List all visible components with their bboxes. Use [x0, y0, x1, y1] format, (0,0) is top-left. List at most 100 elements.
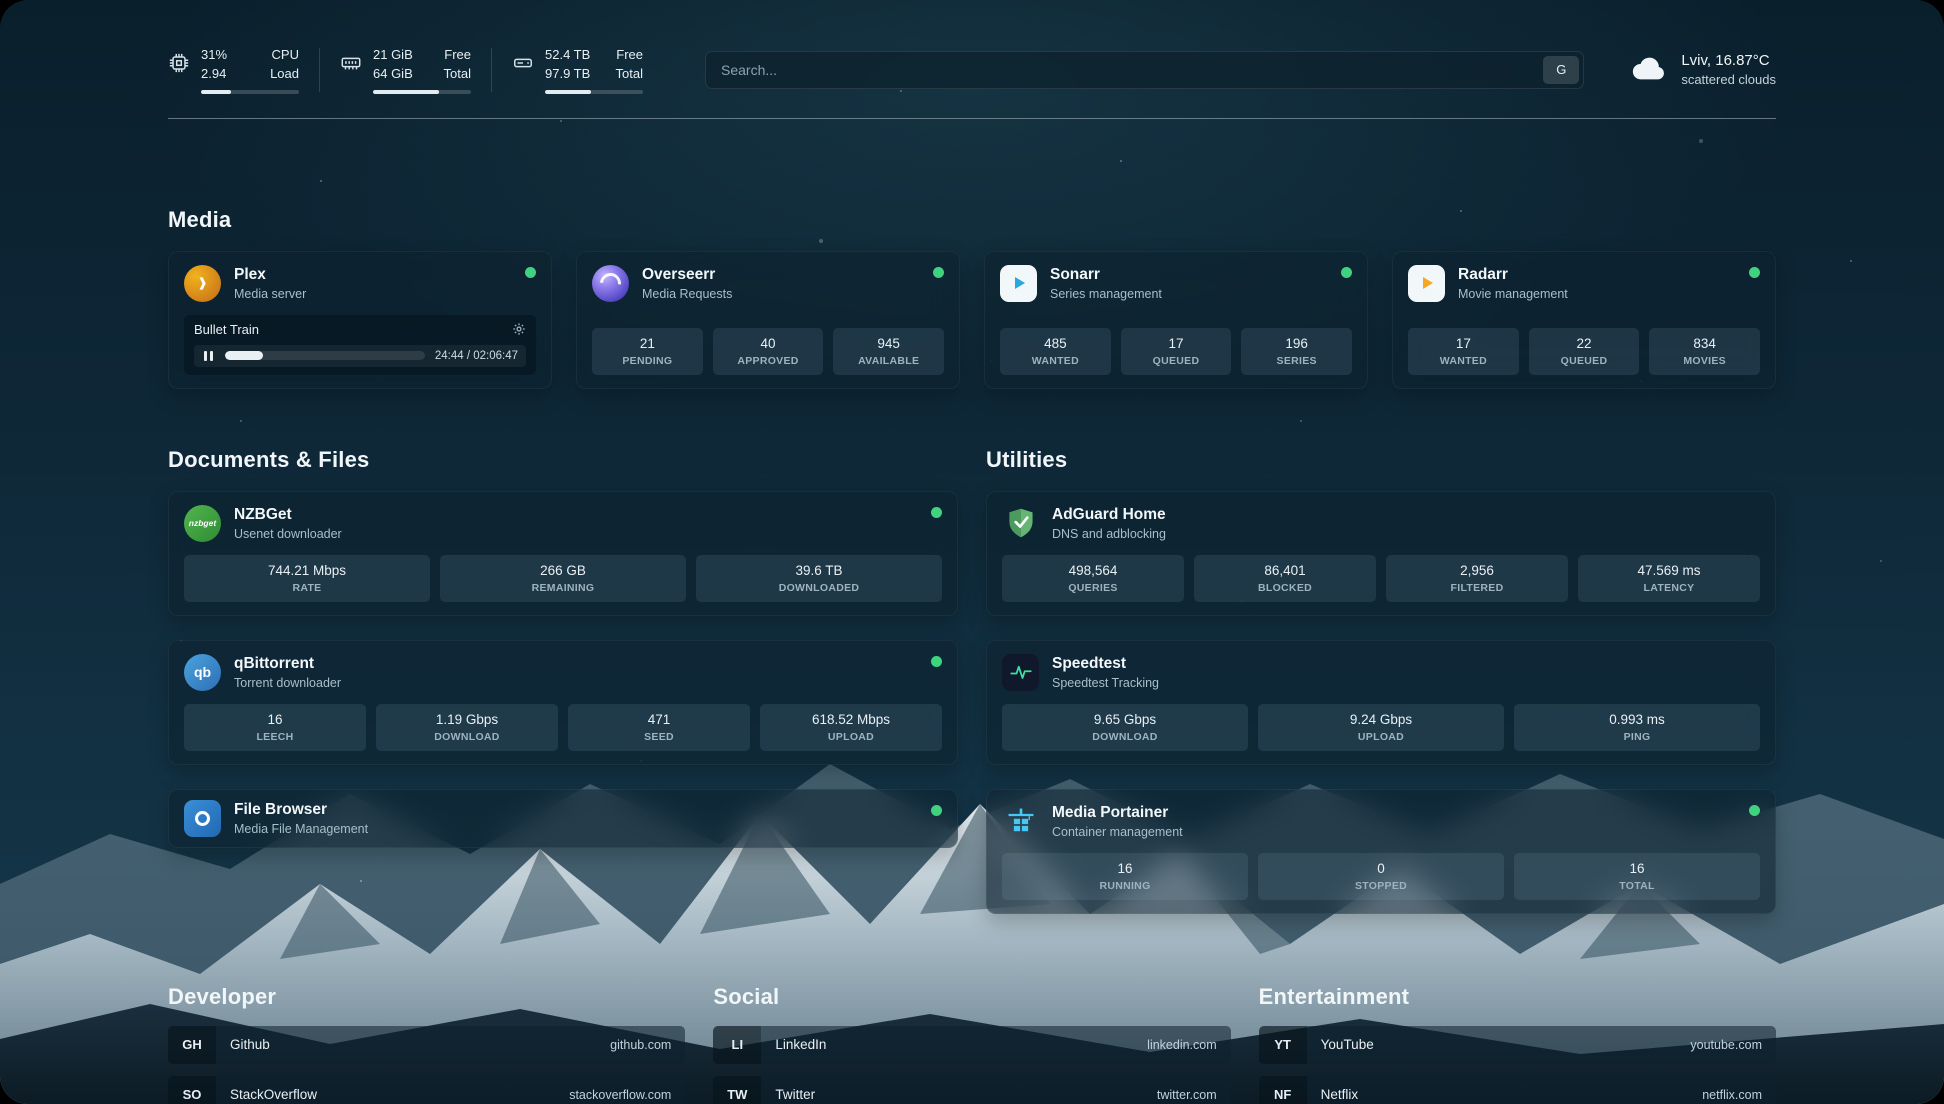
system-resources: 31% 2.94 CPU Load [168, 46, 643, 94]
playback-bar: 24:44 / 02:06:47 [194, 345, 526, 367]
section-media: Media Plex Media server [168, 207, 1776, 389]
cpu-percent: 31% [201, 46, 227, 65]
bookmark-name: Netflix [1321, 1087, 1359, 1102]
service-card-speedtest[interactable]: Speedtest Speedtest Tracking 9.65 Gbps D… [986, 640, 1776, 765]
bookmarks-social: Social LI LinkedIn linkedin.com TW Twitt… [713, 984, 1230, 1104]
service-subtitle: Torrent downloader [234, 676, 341, 690]
stat-upload: 9.24 Gbps UPLOAD [1258, 704, 1504, 751]
section-title-social: Social [713, 984, 1230, 1010]
stat-ping: 0.993 ms PING [1514, 704, 1760, 751]
service-subtitle: DNS and adblocking [1052, 527, 1166, 541]
service-name: Plex [234, 266, 306, 284]
service-name: File Browser [234, 801, 368, 819]
cpu-load-value: 2.94 [201, 65, 227, 84]
service-subtitle: Usenet downloader [234, 527, 342, 541]
weather-condition: scattered clouds [1681, 72, 1776, 87]
service-name: Media Portainer [1052, 804, 1183, 822]
bookmark-name: Twitter [775, 1087, 815, 1102]
dashboard: 31% 2.94 CPU Load [0, 0, 1944, 1104]
status-dot [525, 267, 536, 278]
cloud-icon [1630, 52, 1668, 87]
bookmark-url: linkedin.com [1147, 1038, 1216, 1052]
search-provider-button[interactable]: G [1543, 56, 1579, 84]
service-card-filebrowser[interactable]: File Browser Media File Management [168, 789, 958, 848]
pause-icon[interactable] [202, 349, 215, 363]
service-name: Sonarr [1050, 266, 1162, 284]
section-utilities: Utilities [986, 447, 1776, 914]
service-name: NZBGet [234, 506, 342, 524]
stat-series: 196 SERIES [1241, 328, 1352, 375]
bookmark-url: twitter.com [1157, 1088, 1217, 1102]
stat-download: 1.19 Gbps DOWNLOAD [376, 704, 558, 751]
stat-latency: 47.569 ms LATENCY [1578, 555, 1760, 602]
cpu-progress-bar [201, 90, 299, 94]
status-dot [931, 507, 942, 518]
bookmark-linkedin[interactable]: LI LinkedIn linkedin.com [713, 1026, 1230, 1064]
bookmark-abbr: YT [1259, 1026, 1307, 1064]
search-input[interactable] [721, 62, 1543, 78]
bookmark-youtube[interactable]: YT YouTube youtube.com [1259, 1026, 1776, 1064]
weather-widget: Lviv, 16.87°C scattered clouds [1630, 52, 1776, 87]
bookmark-twitter[interactable]: TW Twitter twitter.com [713, 1076, 1230, 1104]
divider [319, 48, 320, 92]
bookmark-github[interactable]: GH Github github.com [168, 1026, 685, 1064]
disk-total-value: 97.9 TB [545, 65, 590, 84]
stat-total: 16 TOTAL [1514, 853, 1760, 900]
playback-time: 24:44 / 02:06:47 [435, 350, 518, 362]
cpu-usage-widget: 31% 2.94 CPU Load [168, 46, 299, 94]
bookmark-url: netflix.com [1702, 1088, 1762, 1102]
stat-approved: 40 APPROVED [713, 328, 824, 375]
bookmark-url: github.com [610, 1038, 671, 1052]
memory-usage-widget: 21 GiB 64 GiB Free Total [340, 46, 471, 94]
bookmark-abbr: LI [713, 1026, 761, 1064]
status-dot [1341, 267, 1352, 278]
bookmark-name: Github [230, 1037, 270, 1052]
sonarr-icon [1000, 265, 1037, 302]
service-card-sonarr[interactable]: Sonarr Series management 485 WANTED 17 Q… [984, 251, 1368, 389]
status-dot [933, 267, 944, 278]
bookmarks-developer: Developer GH Github github.com SO StackO… [168, 984, 685, 1104]
ram-free-value: 21 GiB [373, 46, 413, 65]
service-card-nzbget[interactable]: nzbget NZBGet Usenet downloader 744.21 M… [168, 491, 958, 616]
disk-progress-bar [545, 90, 643, 94]
service-name: qBittorrent [234, 655, 341, 673]
stat-queued: 22 QUEUED [1529, 328, 1640, 375]
nzbget-icon: nzbget [184, 505, 221, 542]
service-card-qbittorrent[interactable]: qb qBittorrent Torrent downloader 16 LEE… [168, 640, 958, 765]
stat-running: 16 RUNNING [1002, 853, 1248, 900]
ram-total-value: 64 GiB [373, 65, 413, 84]
bookmark-stackoverflow[interactable]: SO StackOverflow stackoverflow.com [168, 1076, 685, 1104]
section-title-utilities: Utilities [986, 447, 1776, 473]
stat-blocked: 86,401 BLOCKED [1194, 555, 1376, 602]
service-card-radarr[interactable]: Radarr Movie management 17 WANTED 22 QUE… [1392, 251, 1776, 389]
status-dot [931, 805, 942, 816]
stat-wanted: 17 WANTED [1408, 328, 1519, 375]
gear-icon[interactable] [512, 322, 526, 336]
bookmark-netflix[interactable]: NF Netflix netflix.com [1259, 1076, 1776, 1104]
ram-free-label: Free [444, 46, 471, 65]
stat-seed: 471 SEED [568, 704, 750, 751]
plex-icon [184, 265, 221, 302]
service-card-overseerr[interactable]: Overseerr Media Requests 21 PENDING 40 A… [576, 251, 960, 389]
bookmark-abbr: NF [1259, 1076, 1307, 1104]
stat-filtered: 2,956 FILTERED [1386, 555, 1568, 602]
ram-icon [340, 52, 362, 79]
weather-location: Lviv, 16.87°C [1681, 52, 1776, 69]
stat-pending: 21 PENDING [592, 328, 703, 375]
disk-usage-widget: 52.4 TB 97.9 TB Free Total [512, 46, 643, 94]
disk-free-label: Free [616, 46, 643, 65]
stat-leech: 16 LEECH [184, 704, 366, 751]
overseerr-icon [592, 265, 629, 302]
status-dot [931, 656, 942, 667]
service-subtitle: Container management [1052, 825, 1183, 839]
service-card-portainer[interactable]: Media Portainer Container management 16 … [986, 789, 1776, 914]
status-dot [1749, 805, 1760, 816]
status-dot [1749, 267, 1760, 278]
service-card-plex[interactable]: Plex Media server Bullet Train [168, 251, 552, 389]
service-subtitle: Media File Management [234, 822, 368, 836]
service-card-adguard[interactable]: AdGuard Home DNS and adblocking 498,564 … [986, 491, 1776, 616]
playback-track[interactable] [225, 351, 425, 360]
stat-stopped: 0 STOPPED [1258, 853, 1504, 900]
section-title-media: Media [168, 207, 1776, 233]
adguard-icon [1002, 505, 1039, 542]
